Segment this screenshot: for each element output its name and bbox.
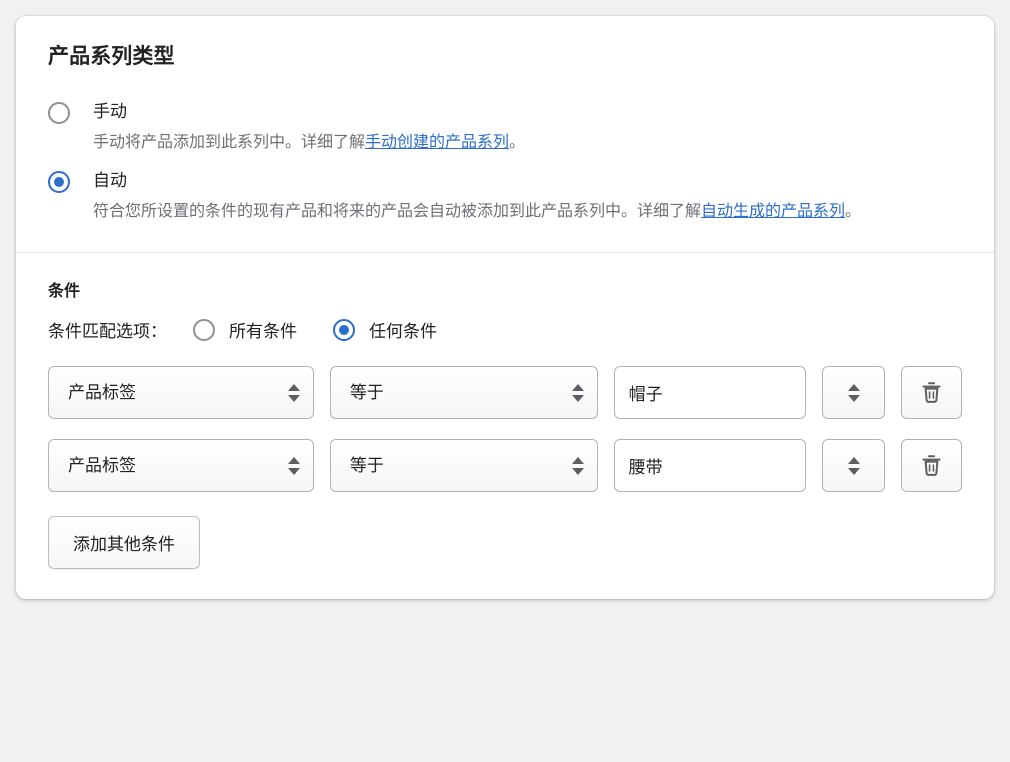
condition-value-input-2[interactable]	[628, 455, 792, 476]
match-all-label[interactable]: 所有条件	[229, 317, 297, 342]
condition-value-input-1[interactable]	[628, 382, 792, 403]
radio-automated-help: 符合您所设置的条件的现有产品和将来的产品会自动被添加到此产品系列中。详细了解自动…	[93, 198, 962, 226]
add-condition-button[interactable]: 添加其他条件	[48, 516, 200, 569]
condition-operator-select-2[interactable]: 等于	[329, 439, 598, 492]
chevron-updown-icon	[287, 383, 300, 402]
condition-field-value-1: 产品标签	[68, 383, 136, 402]
radio-automated-label[interactable]: 自动	[93, 169, 962, 193]
condition-value-stepper-2[interactable]	[822, 439, 886, 492]
condition-operator-value-1: 等于	[349, 383, 384, 402]
condition-operator-value-2: 等于	[349, 456, 384, 475]
radio-manual-mark[interactable]	[48, 102, 70, 124]
condition-delete-button-1[interactable]	[901, 366, 962, 419]
match-option-any[interactable]: 任何条件	[333, 317, 437, 342]
radio-automated-mark[interactable]	[48, 171, 70, 193]
match-option-all[interactable]: 所有条件	[193, 317, 297, 342]
condition-match-row: 条件匹配选项： 所有条件 任何条件	[48, 317, 962, 342]
condition-operator-select-1[interactable]: 等于	[329, 366, 598, 419]
condition-value-input-wrap-1[interactable]	[613, 366, 807, 419]
condition-row: 产品标签 等于	[48, 366, 962, 419]
condition-delete-button-2[interactable]	[901, 439, 962, 492]
condition-row: 产品标签 等于	[48, 439, 962, 492]
collection-type-section: 产品系列类型 手动 手动将产品添加到此系列中。详细了解手动创建的产品系列。 自动…	[16, 16, 994, 252]
conditions-section: 条件 条件匹配选项： 所有条件 任何条件 产品标签 等于 帽子 产品标签 等于 …	[16, 253, 994, 599]
chevron-updown-icon	[571, 383, 584, 402]
condition-field-select-1[interactable]: 产品标签	[48, 366, 314, 419]
condition-value-stepper-1[interactable]	[822, 366, 886, 419]
radio-manual-label[interactable]: 手动	[93, 100, 962, 124]
radio-automated-help-suffix: 。	[845, 203, 862, 220]
radio-manual-help-prefix: 手动将产品添加到此系列中。详细了解	[93, 134, 366, 151]
radio-option-manual[interactable]: 手动 手动将产品添加到此系列中。详细了解手动创建的产品系列。	[48, 100, 962, 157]
radio-manual-help: 手动将产品添加到此系列中。详细了解手动创建的产品系列。	[93, 129, 962, 157]
match-all-mark[interactable]	[193, 318, 215, 341]
match-any-mark[interactable]	[333, 318, 355, 341]
match-any-label[interactable]: 任何条件	[369, 317, 437, 342]
radio-automated-body: 自动 符合您所设置的条件的现有产品和将来的产品会自动被添加到此产品系列中。详细了…	[93, 169, 962, 226]
page-root: 产品系列类型 手动 手动将产品添加到此系列中。详细了解手动创建的产品系列。 自动…	[0, 0, 1010, 762]
collection-card: 产品系列类型 手动 手动将产品添加到此系列中。详细了解手动创建的产品系列。 自动…	[16, 16, 994, 599]
automated-collection-link[interactable]: 自动生成的产品系列	[701, 203, 845, 220]
page-title: 产品系列类型	[48, 45, 175, 68]
chevron-updown-icon	[571, 456, 584, 475]
stepper-icon	[847, 383, 860, 402]
trash-icon	[921, 454, 942, 477]
condition-match-label: 条件匹配选项：	[48, 322, 167, 341]
radio-manual-help-suffix: 。	[509, 134, 526, 151]
conditions-title: 条件	[48, 283, 81, 300]
condition-field-value-2: 产品标签	[68, 456, 136, 475]
radio-option-automated[interactable]: 自动 符合您所设置的条件的现有产品和将来的产品会自动被添加到此产品系列中。详细了…	[48, 169, 962, 226]
stepper-icon	[847, 456, 860, 475]
condition-value-input-wrap-2[interactable]	[613, 439, 807, 492]
condition-field-select-2[interactable]: 产品标签	[48, 439, 314, 492]
radio-automated-help-prefix: 符合您所设置的条件的现有产品和将来的产品会自动被添加到此产品系列中。详细了解	[93, 203, 702, 220]
trash-icon	[921, 381, 942, 404]
radio-manual-body: 手动 手动将产品添加到此系列中。详细了解手动创建的产品系列。	[93, 100, 962, 157]
chevron-updown-icon	[287, 456, 300, 475]
manual-collection-link[interactable]: 手动创建的产品系列	[365, 134, 509, 151]
